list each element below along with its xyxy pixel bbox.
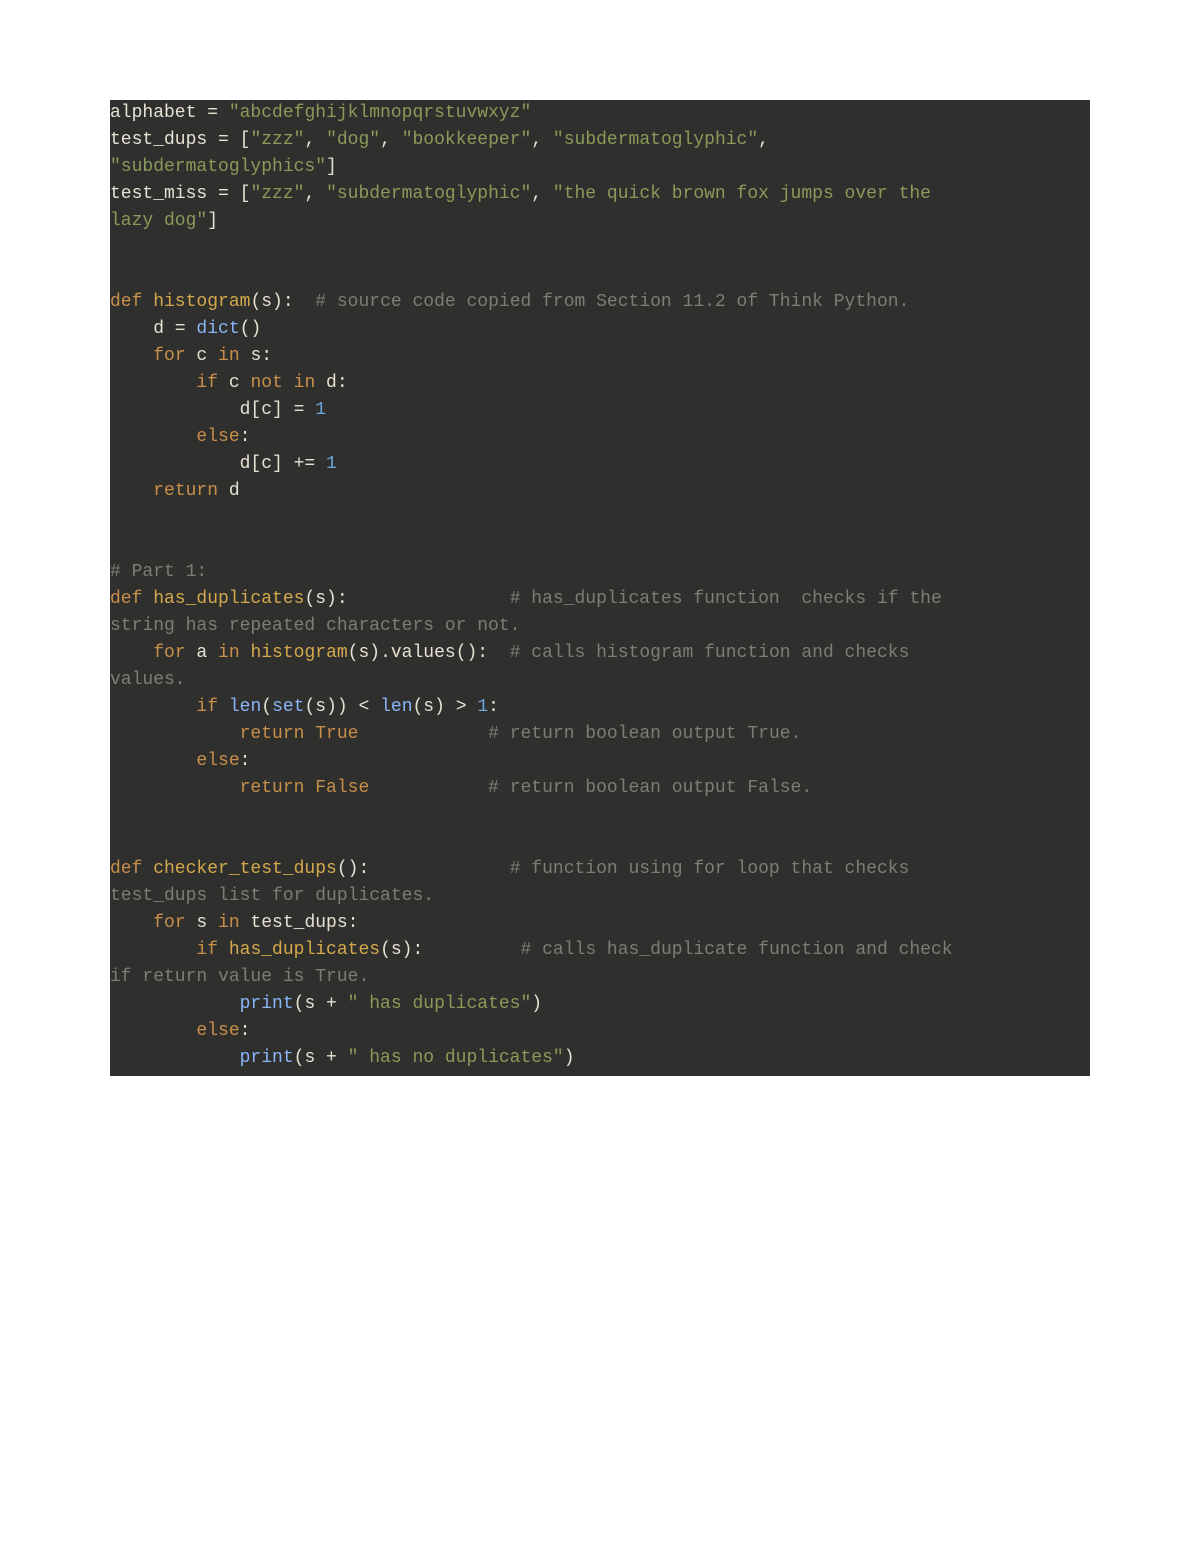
code-text: alphabet bbox=[110, 103, 196, 123]
page: alphabet = "abcdefghijklmnopqrstuvwxyz" … bbox=[0, 0, 1200, 1176]
code-block: alphabet = "abcdefghijklmnopqrstuvwxyz" … bbox=[110, 100, 1090, 1076]
